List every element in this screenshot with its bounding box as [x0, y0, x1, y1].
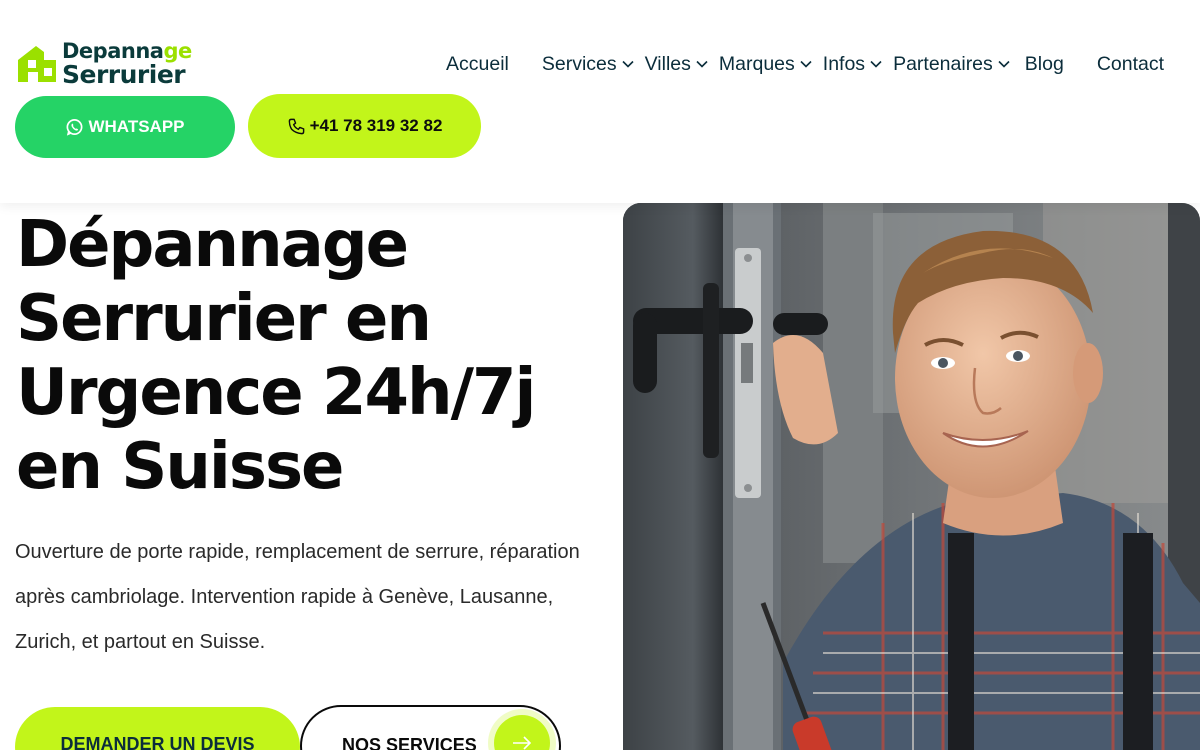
nav-item-label: Services — [541, 52, 617, 75]
chevron-down-icon — [622, 60, 634, 68]
chevron-down-icon — [800, 60, 812, 68]
nav-item-label: Infos — [822, 52, 866, 75]
whatsapp-icon — [67, 118, 83, 136]
hero-description: Ouverture de porte rapide, remplacement … — [15, 541, 580, 653]
nav-item-label: Partenaires — [893, 52, 993, 75]
our-services-label: NOS SERVICES — [342, 735, 477, 750]
hero-image-locksmith — [623, 203, 1200, 750]
main-nav: Accueil Services Villes Marques Infos Pa… — [446, 50, 1164, 78]
site-header: Depannage Serrurier Accueil Services Vil… — [0, 0, 1200, 203]
nav-item-marques[interactable]: Marques — [719, 53, 813, 76]
phone-button[interactable]: +41 78 319 32 82 — [248, 94, 481, 158]
request-quote-label: DEMANDER UN DEVIS — [60, 734, 255, 750]
request-quote-button[interactable]: DEMANDER UN DEVIS — [15, 707, 300, 750]
locksmith-photo — [623, 203, 1200, 750]
nav-item-contact[interactable]: Contact — [1097, 53, 1164, 76]
arrow-right-icon — [513, 736, 532, 750]
whatsapp-button[interactable]: WHATSAPP — [15, 96, 235, 158]
nav-item-label: Accueil — [446, 52, 509, 75]
nav-item-label: Villes — [644, 52, 691, 75]
nav-item-partenaires[interactable]: Partenaires — [893, 53, 1011, 76]
logo[interactable]: Depannage Serrurier — [16, 40, 216, 88]
our-services-button[interactable]: NOS SERVICES — [300, 705, 561, 750]
logo-wordmark: Depannage Serrurier — [62, 40, 192, 88]
nav-item-accueil[interactable]: Accueil — [446, 53, 509, 76]
nav-item-label: Marques — [718, 52, 795, 75]
nav-item-label: Blog — [1024, 52, 1064, 75]
phone-icon — [288, 118, 304, 134]
phone-button-label: +41 78 319 32 82 — [309, 116, 443, 135]
nav-item-blog[interactable]: Blog — [1025, 53, 1064, 76]
arrow-circle — [494, 715, 550, 750]
nav-item-villes[interactable]: Villes — [645, 53, 709, 76]
chevron-down-icon — [998, 60, 1010, 68]
chevron-down-icon — [870, 60, 882, 68]
hero-title: Dépannage Serrurier en Urgence 24h/7j en… — [16, 208, 536, 504]
logo-text-line2: Serrurier — [62, 60, 186, 89]
whatsapp-button-label: WHATSAPP — [88, 117, 185, 136]
nav-item-infos[interactable]: Infos — [823, 53, 883, 76]
nav-item-services[interactable]: Services — [542, 53, 635, 76]
chevron-down-icon — [696, 60, 708, 68]
logo-mark-icon — [18, 46, 56, 82]
nav-item-label: Contact — [1096, 52, 1165, 75]
